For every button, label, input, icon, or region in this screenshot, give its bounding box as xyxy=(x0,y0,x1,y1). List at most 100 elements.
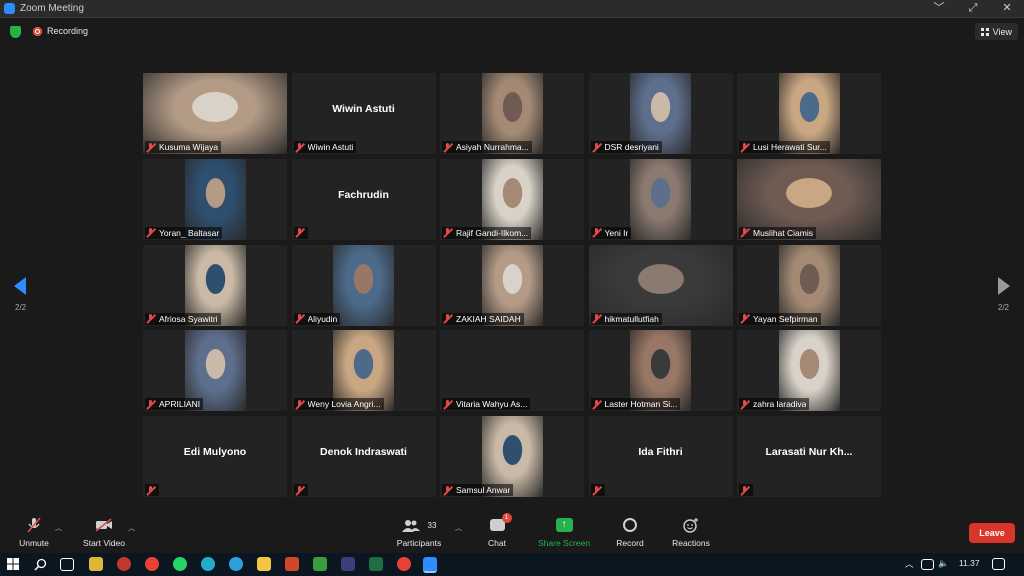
participant-tile[interactable]: Afriosa Syawitri xyxy=(143,244,287,326)
participant-tile[interactable]: Denok Indraswati xyxy=(291,416,436,497)
participant-name: Lusi Herawati Sur... xyxy=(753,142,827,152)
participant-tile[interactable]: Ida Fithri xyxy=(588,416,733,497)
participant-tile[interactable]: Yeni Ir xyxy=(588,158,733,240)
record-button[interactable]: Record xyxy=(612,517,648,548)
participant-tile[interactable]: Yoran_ Baltasar xyxy=(143,158,287,240)
task-view-icon[interactable] xyxy=(60,558,74,571)
participant-label: Weny Lovia Angri... xyxy=(293,398,384,411)
participant-label: Yoran_ Baltasar xyxy=(145,226,223,239)
participant-tile[interactable]: Edi Mulyono xyxy=(143,416,287,497)
zoom-taskbar-icon[interactable] xyxy=(423,557,437,573)
window-controls: ﹀ ⤢ ✕ xyxy=(922,0,1024,17)
app-icon-1[interactable] xyxy=(117,557,131,571)
participant-tile[interactable]: Muslihat Ciamis xyxy=(737,158,881,240)
shield-icon[interactable] xyxy=(10,26,21,38)
participant-tile[interactable]: Rajif Gandi-Ilkom... xyxy=(440,158,584,240)
participant-label: Afriosa Syawitri xyxy=(145,312,221,325)
participant-tile[interactable]: APRILIANI xyxy=(143,330,287,412)
meeting-toolbar: Unmute ︿ Start Video ︿ 33 Participants ︿… xyxy=(0,508,1024,553)
leave-button[interactable]: Leave xyxy=(969,523,1015,543)
app-icon-2[interactable] xyxy=(313,557,327,571)
chrome-icon[interactable] xyxy=(145,557,159,571)
participant-tile[interactable]: Yayan Sefpirman xyxy=(737,244,881,326)
participant-name: Aliyudin xyxy=(307,313,338,324)
mic-muted-icon xyxy=(145,313,156,324)
participant-display-name: Fachrudin xyxy=(338,188,389,201)
view-button[interactable]: View xyxy=(974,23,1018,40)
record-icon xyxy=(623,518,637,532)
tray-chevron-icon[interactable]: ︿ xyxy=(905,558,914,570)
participant-tile[interactable]: Wiwin Astuti Wiwin Astuti xyxy=(291,73,436,154)
mic-muted-icon xyxy=(591,399,602,410)
participant-tile[interactable]: ZAKIAH SAIDAH xyxy=(440,244,584,326)
audio-options-caret-icon[interactable]: ︿ xyxy=(55,523,62,533)
share-screen-button[interactable]: ↑ Share Screen xyxy=(536,517,592,548)
notifications-icon[interactable] xyxy=(992,558,1005,570)
mic-muted-icon xyxy=(294,142,305,153)
video-off-icon xyxy=(95,518,112,532)
mic-muted-icon xyxy=(591,485,602,496)
chat-button[interactable]: 1 Chat xyxy=(480,513,514,548)
participant-name: Yeni Ir xyxy=(604,227,629,238)
participant-tile[interactable]: Aliyudin xyxy=(291,244,436,326)
telegram-icon[interactable] xyxy=(229,557,243,571)
mic-muted-icon xyxy=(739,227,750,238)
participant-tile[interactable]: Larasati Nur Kh... xyxy=(737,416,881,497)
participant-tile[interactable]: Kusuma Wijaya xyxy=(143,73,287,154)
participant-tile[interactable]: Asiyah Nurrahma... xyxy=(440,73,584,154)
mic-muted-icon xyxy=(442,313,453,324)
participant-name: Laster Hotman Si... xyxy=(604,399,678,410)
participant-tile[interactable]: Laster Hotman Si... xyxy=(588,330,733,412)
next-page-arrow-icon[interactable] xyxy=(998,277,1010,295)
participant-label xyxy=(293,484,308,496)
maximize-button[interactable]: ⤢ xyxy=(956,0,990,17)
participant-tile[interactable]: Weny Lovia Angri... xyxy=(291,330,436,412)
participant-label xyxy=(739,484,753,496)
whatsapp-icon[interactable] xyxy=(173,557,187,571)
participant-name: Muslihat Ciamis xyxy=(753,227,813,238)
reactions-button[interactable]: Reactions xyxy=(669,517,713,548)
previous-page-arrow-icon[interactable] xyxy=(14,277,26,295)
video-options-caret-icon[interactable]: ︿ xyxy=(128,523,135,533)
participants-button[interactable]: 33 Participants xyxy=(393,517,445,548)
app-icon-3[interactable] xyxy=(341,557,355,571)
mic-muted-icon xyxy=(145,399,156,410)
mic-muted-icon xyxy=(591,227,602,238)
excel-icon[interactable] xyxy=(369,557,383,571)
clock[interactable]: 11.37 xyxy=(959,558,980,568)
file-explorer-icon[interactable] xyxy=(89,557,103,571)
participant-tile[interactable]: hikmatullutfiah xyxy=(588,244,733,326)
participants-caret-icon[interactable]: ︿ xyxy=(455,523,462,533)
unmute-button[interactable]: Unmute xyxy=(14,517,54,548)
minimize-button[interactable]: ﹀ xyxy=(922,0,956,17)
participant-label: Laster Hotman Si... xyxy=(590,398,681,411)
participant-tile[interactable]: DSR desriyani xyxy=(588,73,733,154)
recording-indicator[interactable]: Recording xyxy=(33,26,88,36)
title-bar: Zoom Meeting ﹀ ⤢ ✕ xyxy=(0,0,1024,18)
start-video-button[interactable]: Start Video xyxy=(78,517,130,548)
powerpoint-icon[interactable] xyxy=(285,557,299,571)
participant-display-name: Edi Mulyono xyxy=(183,446,247,458)
edge-icon[interactable] xyxy=(201,557,215,571)
network-icon[interactable] xyxy=(921,559,934,570)
participant-display-name: Larasati Nur Kh... xyxy=(765,446,853,458)
volume-icon[interactable]: 🔈 xyxy=(938,558,949,569)
unmute-label: Unmute xyxy=(19,538,49,548)
recording-label: Recording xyxy=(47,26,89,36)
chat-badge: 1 xyxy=(501,513,512,523)
participant-label xyxy=(145,484,159,496)
close-button[interactable]: ✕ xyxy=(990,0,1024,17)
participant-tile[interactable]: Vitaria Wahyu As... xyxy=(440,330,584,412)
chrome-icon-2[interactable] xyxy=(397,557,411,571)
participant-tile[interactable]: Fachrudin xyxy=(291,158,436,240)
participant-tile[interactable]: zahra laradiva xyxy=(737,330,881,412)
participant-tile[interactable]: Samsul Anwar xyxy=(440,416,584,497)
participant-name: Asiyah Nurrahma... xyxy=(456,142,529,152)
participant-video xyxy=(333,244,394,326)
participant-tile[interactable]: Lusi Herawati Sur... xyxy=(737,73,881,154)
mic-muted-icon xyxy=(145,485,156,496)
sticky-notes-icon[interactable] xyxy=(257,557,271,571)
mic-muted-icon xyxy=(739,485,750,496)
participant-name: Kusuma Wijaya xyxy=(159,142,219,152)
participant-display-name: Wiwin Astuti xyxy=(332,103,395,115)
